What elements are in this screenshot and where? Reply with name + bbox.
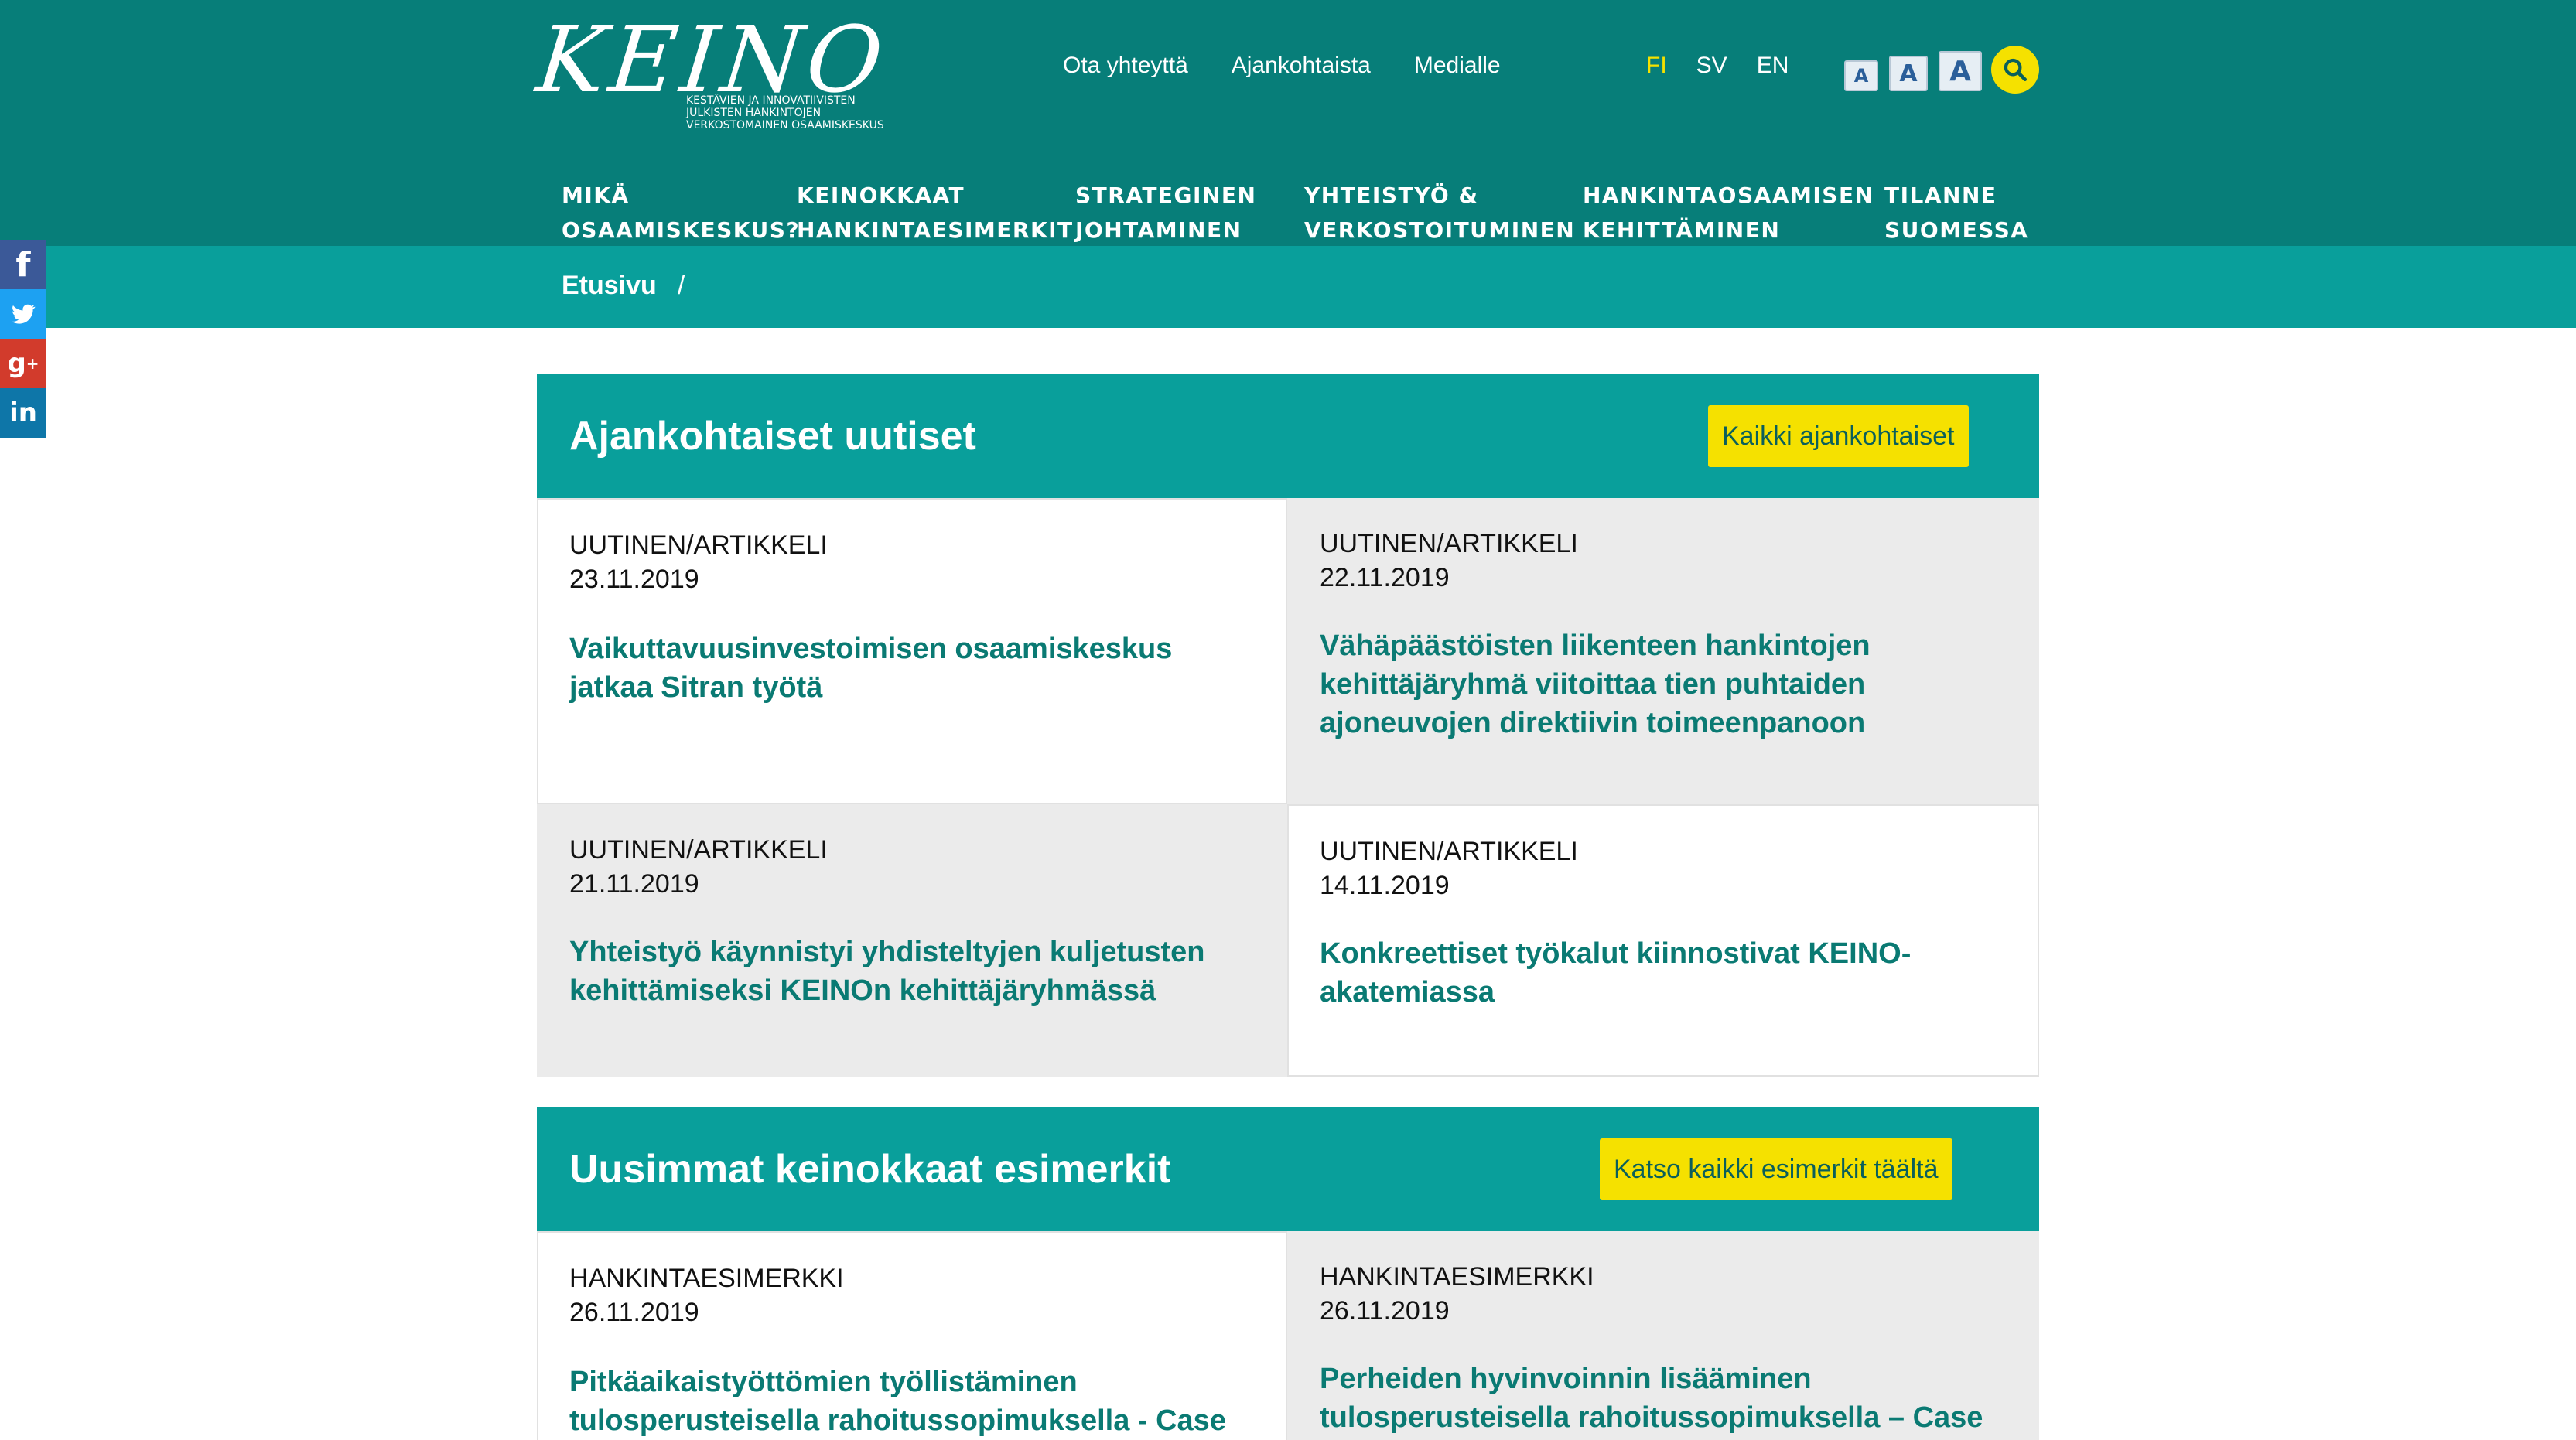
language-switcher: FI SV EN: [1646, 53, 1789, 79]
main-nav-label: SUOMESSA: [1884, 217, 2029, 243]
example-card-date: 26.11.2019: [569, 1298, 699, 1327]
main-nav-label: HANKINTAESIMERKIT: [797, 217, 1074, 243]
site-header: KEINO KESTÄVIEN JA INNOVATIIVISTEN JULKI…: [0, 0, 2576, 246]
social-share-bar: f g + in: [0, 240, 46, 438]
breadcrumb-separator: /: [678, 271, 685, 300]
all-news-button[interactable]: Kaikki ajankohtaiset: [1708, 405, 1969, 467]
font-size-large-button[interactable]: A: [1939, 51, 1982, 91]
breadcrumb-home-link[interactable]: Etusivu: [562, 271, 657, 301]
news-card-type: UUTINEN/ARTIKKELI: [1320, 837, 1578, 866]
examples-header: Uusimmat keinokkaat esimerkit Katso kaik…: [537, 1107, 2039, 1231]
news-card-type: UUTINEN/ARTIKKELI: [1320, 529, 1578, 558]
example-card-headline-link[interactable]: Perheiden hyvinvoinnin lisääminen tulosp…: [1320, 1360, 2000, 1440]
main-nav-item-hankintaesimerkit[interactable]: KEINOKKAAT HANKINTAESIMERKIT: [797, 178, 1074, 247]
font-size-medium-button[interactable]: A: [1889, 56, 1928, 91]
news-card[interactable]: UUTINEN/ARTIKKELI 14.11.2019 Konkreettis…: [1287, 804, 2039, 1077]
example-card-date: 26.11.2019: [1320, 1296, 1450, 1326]
main-nav-label: YHTEISTYÖ &: [1304, 183, 1479, 208]
keino-logo[interactable]: KEINO KESTÄVIEN JA INNOVATIIVISTEN JULKI…: [532, 6, 893, 137]
search-button[interactable]: [1991, 46, 2039, 94]
linkedin-icon[interactable]: in: [0, 388, 46, 438]
news-card-type: UUTINEN/ARTIKKELI: [569, 531, 828, 560]
logo-tagline: KESTÄVIEN JA INNOVATIIVISTEN JULKISTEN H…: [686, 94, 918, 131]
main-nav-label: TILANNE: [1884, 183, 1997, 208]
example-card-headline-link[interactable]: Pitkäaikaistyöttömien työllistäminen tul…: [569, 1363, 1250, 1440]
main-nav-item-hankintaosaamisen-kehittaminen[interactable]: HANKINTAOSAAMISEN KEHITTÄMINEN: [1583, 178, 1874, 247]
lang-sv-link[interactable]: SV: [1696, 53, 1727, 79]
main-nav: MIKÄ OSAAMISKESKUS? KEINOKKAAT HANKINTAE…: [0, 178, 2576, 246]
main-nav-label: HANKINTAOSAAMISEN: [1583, 183, 1874, 208]
example-card-type: HANKINTAESIMERKKI: [1320, 1262, 1594, 1292]
main-nav-label: STRATEGINEN: [1075, 183, 1257, 208]
lang-en-link[interactable]: EN: [1757, 53, 1789, 79]
nav-contact-link[interactable]: Ota yhteyttä: [1063, 53, 1188, 79]
nav-media-link[interactable]: Medialle: [1414, 53, 1501, 79]
example-card[interactable]: HANKINTAESIMERKKI 26.11.2019 Pitkäaikais…: [537, 1231, 1287, 1440]
logo-tagline-line: VERKOSTOMAINEN OSAAMISKESKUS: [686, 119, 884, 131]
main-nav-label: VERKOSTOITUMINEN: [1304, 217, 1576, 243]
news-card-headline-link[interactable]: Yhteistyö käynnistyi yhdisteltyjen kulje…: [569, 933, 1250, 1010]
examples-title: Uusimmat keinokkaat esimerkit: [569, 1147, 1171, 1192]
breadcrumb: Etusivu /: [0, 246, 2576, 328]
facebook-icon[interactable]: f: [0, 240, 46, 289]
main-nav-item-strateginen-johtaminen[interactable]: STRATEGINEN JOHTAMINEN: [1075, 178, 1256, 247]
main-nav-label: KEHITTÄMINEN: [1583, 217, 1781, 243]
news-card-headline-link[interactable]: Vaikuttavuusinvestoimisen osaamiskeskus …: [569, 630, 1250, 707]
all-examples-button[interactable]: Katso kaikki esimerkit täältä: [1600, 1138, 1952, 1200]
main-nav-item-yhteistyo[interactable]: YHTEISTYÖ & VERKOSTOITUMINEN: [1304, 178, 1575, 247]
news-card[interactable]: UUTINEN/ARTIKKELI 21.11.2019 Yhteistyö k…: [537, 804, 1287, 1077]
news-card-headline-link[interactable]: Konkreettiset työkalut kiinnostivat KEIN…: [1320, 934, 2000, 1012]
news-card-date: 22.11.2019: [1320, 563, 1450, 592]
lang-fi-link[interactable]: FI: [1646, 53, 1667, 79]
utility-nav: Ota yhteyttä Ajankohtaista Medialle: [1063, 53, 1501, 79]
news-card-headline-link[interactable]: Vähäpäästöisten liikenteen hankintojen k…: [1320, 626, 2000, 742]
news-card-date: 14.11.2019: [1320, 871, 1450, 900]
search-icon: [2004, 58, 2028, 82]
news-card[interactable]: UUTINEN/ARTIKKELI 23.11.2019 Vaikuttavuu…: [537, 498, 1287, 804]
google-plus-icon[interactable]: g +: [0, 339, 46, 388]
main-nav-label: OSAAMISKESKUS?: [562, 217, 801, 243]
font-size-controls: A A A: [1844, 51, 1982, 91]
news-card[interactable]: UUTINEN/ARTIKKELI 22.11.2019 Vähäpäästöi…: [1287, 498, 2039, 804]
news-header: Ajankohtaiset uutiset Kaikki ajankohtais…: [537, 374, 2039, 498]
logo-tagline-line: JULKISTEN HANKINTOJEN: [686, 107, 822, 119]
main-nav-label: KEINOKKAAT: [797, 183, 965, 208]
news-title: Ajankohtaiset uutiset: [569, 414, 976, 459]
main-nav-item-tilanne-suomessa[interactable]: TILANNE SUOMESSA: [1884, 178, 2028, 247]
main-nav-label: MIKÄ: [562, 183, 630, 208]
font-size-small-button[interactable]: A: [1844, 60, 1878, 91]
example-card-type: HANKINTAESIMERKKI: [569, 1264, 844, 1293]
examples-section: Uusimmat keinokkaat esimerkit Katso kaik…: [537, 1107, 2039, 1440]
news-card-date: 23.11.2019: [569, 565, 699, 594]
news-section: Ajankohtaiset uutiset Kaikki ajankohtais…: [537, 374, 2039, 1077]
news-card-type: UUTINEN/ARTIKKELI: [569, 835, 828, 865]
nav-news-link[interactable]: Ajankohtaista: [1232, 53, 1371, 79]
example-card[interactable]: HANKINTAESIMERKKI 26.11.2019 Perheiden h…: [1287, 1231, 2039, 1440]
main-nav-item-osaamiskeskus[interactable]: MIKÄ OSAAMISKESKUS?: [562, 178, 800, 247]
logo-tagline-line: KESTÄVIEN JA INNOVATIIVISTEN: [686, 94, 856, 107]
news-card-date: 21.11.2019: [569, 869, 699, 899]
twitter-icon[interactable]: [0, 289, 46, 339]
main-nav-label: JOHTAMINEN: [1075, 217, 1242, 243]
